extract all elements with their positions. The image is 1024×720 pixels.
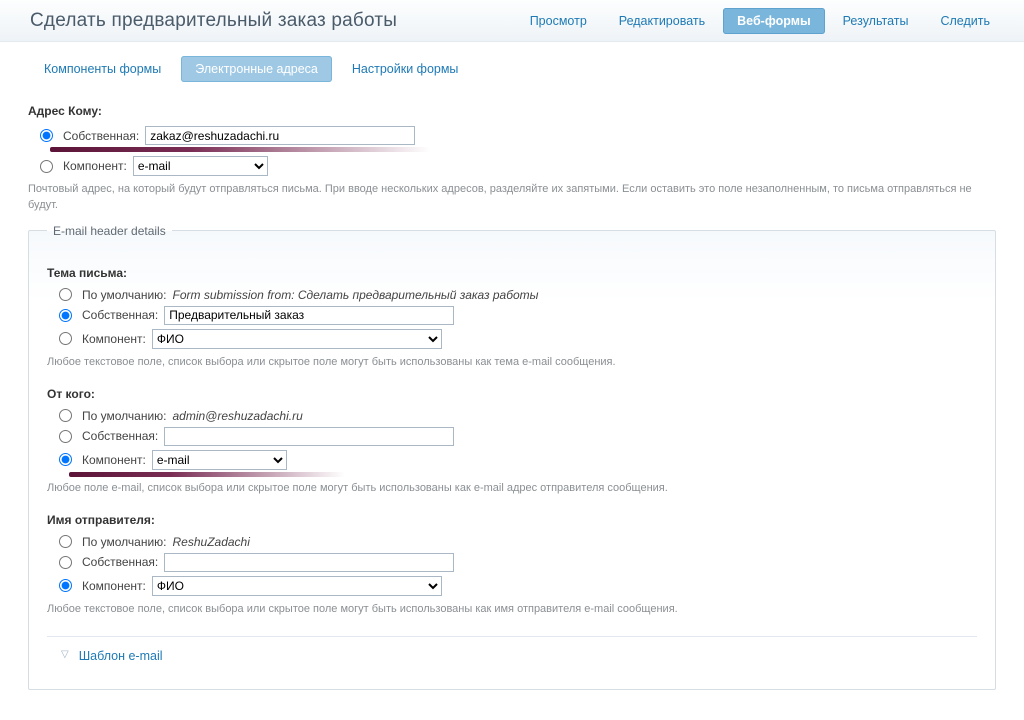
tab-edit[interactable]: Редактировать: [605, 8, 719, 34]
subject-component-label: Компонент:: [82, 332, 146, 346]
page-title: Сделать предварительный заказ работы: [30, 10, 397, 32]
subject-default-label: По умолчанию:: [82, 288, 167, 302]
sender-name-component-label: Компонент:: [82, 579, 146, 593]
tab-view[interactable]: Просмотр: [516, 8, 601, 34]
subject-default-row: По умолчанию: Form submission from: Сдел…: [47, 286, 977, 304]
sender-name-default-radio[interactable]: [59, 535, 72, 548]
subject-component-select[interactable]: ФИО: [152, 329, 442, 349]
subtab-form-settings[interactable]: Настройки формы: [338, 56, 473, 82]
address-to-custom-row: Собственная:: [28, 124, 996, 147]
sender-name-custom-radio[interactable]: [59, 556, 72, 569]
address-to-heading: Адрес Кому:: [28, 104, 996, 118]
subject-custom-row: Собственная:: [47, 304, 977, 327]
from-default-label: По умолчанию:: [82, 409, 167, 423]
tab-track[interactable]: Следить: [926, 8, 1004, 34]
sender-name-hint: Любое текстовое поле, список выбора или …: [47, 602, 977, 618]
sender-name-custom-label: Собственная:: [82, 555, 158, 569]
address-to-hint: Почтовый адрес, на который будут отправл…: [28, 182, 996, 214]
content: Адрес Кому: Собственная: Компонент: e-ma…: [0, 104, 1024, 720]
from-custom-label: Собственная:: [82, 429, 158, 443]
subject-custom-input[interactable]: [164, 306, 454, 325]
subject-component-row: Компонент: ФИО: [47, 327, 977, 351]
annotation-swoosh: [69, 472, 359, 477]
from-default-row: По умолчанию: admin@reshuzadachi.ru: [47, 407, 977, 425]
sender-name-block: Имя отправителя: По умолчанию: ReshuZada…: [47, 513, 977, 618]
primary-tabs: Просмотр Редактировать Веб-формы Результ…: [516, 8, 1004, 34]
template-section-header[interactable]: ▽ Шаблон e-mail: [47, 636, 977, 667]
subtab-email-addresses[interactable]: Электронные адреса: [181, 56, 332, 82]
topbar: Сделать предварительный заказ работы Про…: [0, 0, 1024, 42]
sender-name-default-row: По умолчанию: ReshuZadachi: [47, 533, 977, 551]
from-default-radio[interactable]: [59, 409, 72, 422]
sender-name-default-value: ReshuZadachi: [173, 535, 250, 549]
from-component-row: Компонент: e-mail: [47, 448, 977, 472]
email-header-details: E-mail header details Тема письма: По ум…: [28, 224, 996, 690]
email-header-legend: E-mail header details: [47, 224, 172, 238]
annotation-swoosh: [50, 147, 450, 152]
subtab-form-components[interactable]: Компоненты формы: [30, 56, 175, 82]
from-component-radio[interactable]: [59, 453, 72, 466]
subject-block: Тема письма: По умолчанию: Form submissi…: [47, 266, 977, 371]
subject-custom-label: Собственная:: [82, 308, 158, 322]
address-to-component-row: Компонент: e-mail: [28, 154, 996, 178]
from-custom-input[interactable]: [164, 427, 454, 446]
address-to-component-label: Компонент:: [63, 159, 127, 173]
from-component-label: Компонент:: [82, 453, 146, 467]
address-to-custom-input[interactable]: [145, 126, 415, 145]
from-default-value: admin@reshuzadachi.ru: [173, 409, 303, 423]
from-custom-radio[interactable]: [59, 430, 72, 443]
sender-name-component-row: Компонент: ФИО: [47, 574, 977, 598]
subject-component-radio[interactable]: [59, 332, 72, 345]
subject-heading: Тема письма:: [47, 266, 977, 280]
tab-webforms[interactable]: Веб-формы: [723, 8, 825, 34]
sender-name-custom-input[interactable]: [164, 553, 454, 572]
address-to-component-select[interactable]: e-mail: [133, 156, 268, 176]
address-to-component-radio[interactable]: [40, 160, 53, 173]
sender-name-custom-row: Собственная:: [47, 551, 977, 574]
chevron-down-icon: ▽: [61, 649, 69, 660]
address-to-custom-radio[interactable]: [40, 129, 53, 142]
subject-default-value: Form submission from: Сделать предварите…: [173, 288, 539, 302]
template-section-link[interactable]: Шаблон e-mail: [79, 649, 163, 663]
from-block: От кого: По умолчанию: admin@reshuzadach…: [47, 387, 977, 497]
from-component-select[interactable]: e-mail: [152, 450, 287, 470]
sender-name-component-select[interactable]: ФИО: [152, 576, 442, 596]
sender-name-heading: Имя отправителя:: [47, 513, 977, 527]
from-custom-row: Собственная:: [47, 425, 977, 448]
sub-tabs: Компоненты формы Электронные адреса Наст…: [0, 42, 1024, 96]
sender-name-component-radio[interactable]: [59, 579, 72, 592]
subject-default-radio[interactable]: [59, 288, 72, 301]
address-to-custom-label: Собственная:: [63, 129, 139, 143]
subject-hint: Любое текстовое поле, список выбора или …: [47, 355, 977, 371]
subject-custom-radio[interactable]: [59, 309, 72, 322]
tab-results[interactable]: Результаты: [829, 8, 923, 34]
from-heading: От кого:: [47, 387, 977, 401]
from-hint: Любое поле e-mail, список выбора или скр…: [47, 481, 977, 497]
sender-name-default-label: По умолчанию:: [82, 535, 167, 549]
